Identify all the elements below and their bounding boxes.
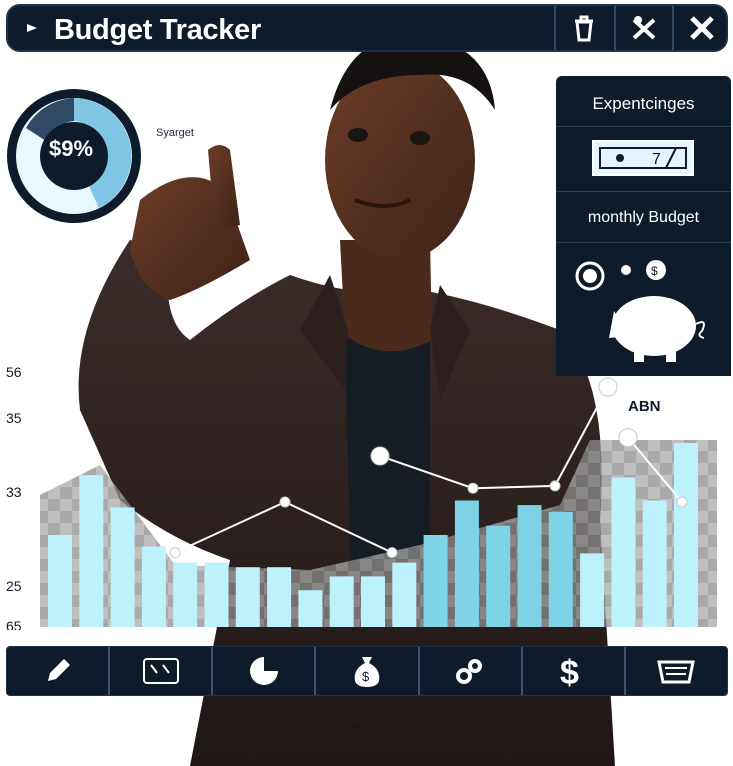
chart-bar	[517, 505, 542, 627]
trend-point	[549, 480, 561, 492]
budget-donut-widget[interactable]: $9%	[4, 86, 144, 226]
donut-percentage: $9%	[49, 136, 94, 161]
coins-button[interactable]	[420, 647, 523, 695]
chart-bar	[141, 546, 166, 627]
divider	[556, 191, 731, 192]
chart-bar	[173, 562, 198, 627]
chart-bar	[642, 500, 667, 627]
expenses-heading: Expentcinges	[592, 94, 695, 113]
wallet-card-icon	[142, 658, 179, 684]
chart-bar	[204, 562, 229, 627]
cards-button[interactable]	[110, 647, 214, 695]
expense-card-icon[interactable]: 7	[592, 140, 694, 176]
app-title: Budget Tracker	[54, 14, 261, 46]
chart-bar	[79, 475, 104, 627]
y-axis: 56 35 33 25 65	[6, 364, 22, 630]
chart-annotation-label: ABN	[628, 398, 661, 415]
trend-point	[386, 547, 398, 559]
chart-bar	[580, 553, 605, 627]
chart-bar	[110, 507, 135, 627]
spending-chart[interactable]: 56 35 33 25 65 ABN	[0, 355, 733, 630]
chart-bar	[486, 525, 511, 627]
chart-bar	[267, 567, 292, 627]
trend-point	[169, 547, 181, 559]
chart-bar	[298, 590, 323, 627]
chart-bar	[548, 512, 573, 627]
savings-button[interactable]: $	[316, 647, 420, 695]
y-tick-label: 56	[6, 364, 22, 380]
tools-icon	[632, 16, 656, 40]
chart-bar	[361, 576, 385, 627]
svg-text:$: $	[651, 264, 658, 278]
trend-point	[598, 377, 618, 397]
coins-icon	[456, 659, 483, 684]
y-tick-label: 65	[6, 618, 22, 630]
pencil-icon	[47, 659, 70, 681]
svg-text:$: $	[362, 669, 370, 684]
chart-bar	[329, 576, 354, 627]
chart-bar	[454, 500, 479, 627]
chart-bar	[423, 535, 448, 627]
trend-line-segment	[174, 500, 393, 554]
money-bag-icon: $	[354, 657, 380, 687]
target-tag: Syarget	[152, 125, 198, 141]
bottom-toolbar: $ $	[6, 646, 728, 696]
trend-point	[279, 496, 291, 508]
pie-chart-icon	[249, 657, 278, 685]
chart-bar	[674, 443, 698, 627]
trash-icon	[575, 15, 593, 42]
reports-button[interactable]	[213, 647, 317, 695]
trend-point	[676, 496, 688, 508]
app-icon	[27, 24, 37, 32]
right-panel: Expentcinges 7 monthly Budget $	[556, 76, 731, 376]
delete-button[interactable]	[554, 6, 612, 50]
divider	[556, 242, 731, 243]
chart-bar	[235, 567, 260, 627]
chart-bar	[48, 535, 72, 627]
trend-point	[467, 482, 479, 494]
y-tick-label: 35	[6, 410, 22, 426]
trend-point	[618, 428, 638, 448]
monthly-budget-heading: monthly Budget	[587, 209, 700, 226]
close-icon	[690, 16, 714, 40]
edit-button[interactable]	[7, 647, 111, 695]
basket-icon	[657, 660, 696, 684]
tools-button[interactable]	[614, 6, 672, 50]
close-button[interactable]	[672, 6, 730, 50]
chart-bar	[392, 562, 417, 627]
title-bar: Budget Tracker	[6, 4, 728, 52]
chart-bar	[611, 477, 636, 627]
dollar-button[interactable]: $	[523, 647, 626, 695]
dollar-sign-icon: $	[560, 654, 579, 689]
y-tick-label: 25	[6, 578, 22, 594]
svg-text:$: $	[560, 654, 579, 689]
expense-card-value: 7	[652, 151, 661, 168]
shopping-button[interactable]	[626, 647, 727, 695]
y-tick-label: 33	[6, 484, 22, 500]
piggy-bank-icon[interactable]: $	[574, 256, 724, 366]
trend-point	[370, 446, 390, 466]
divider	[556, 126, 731, 127]
